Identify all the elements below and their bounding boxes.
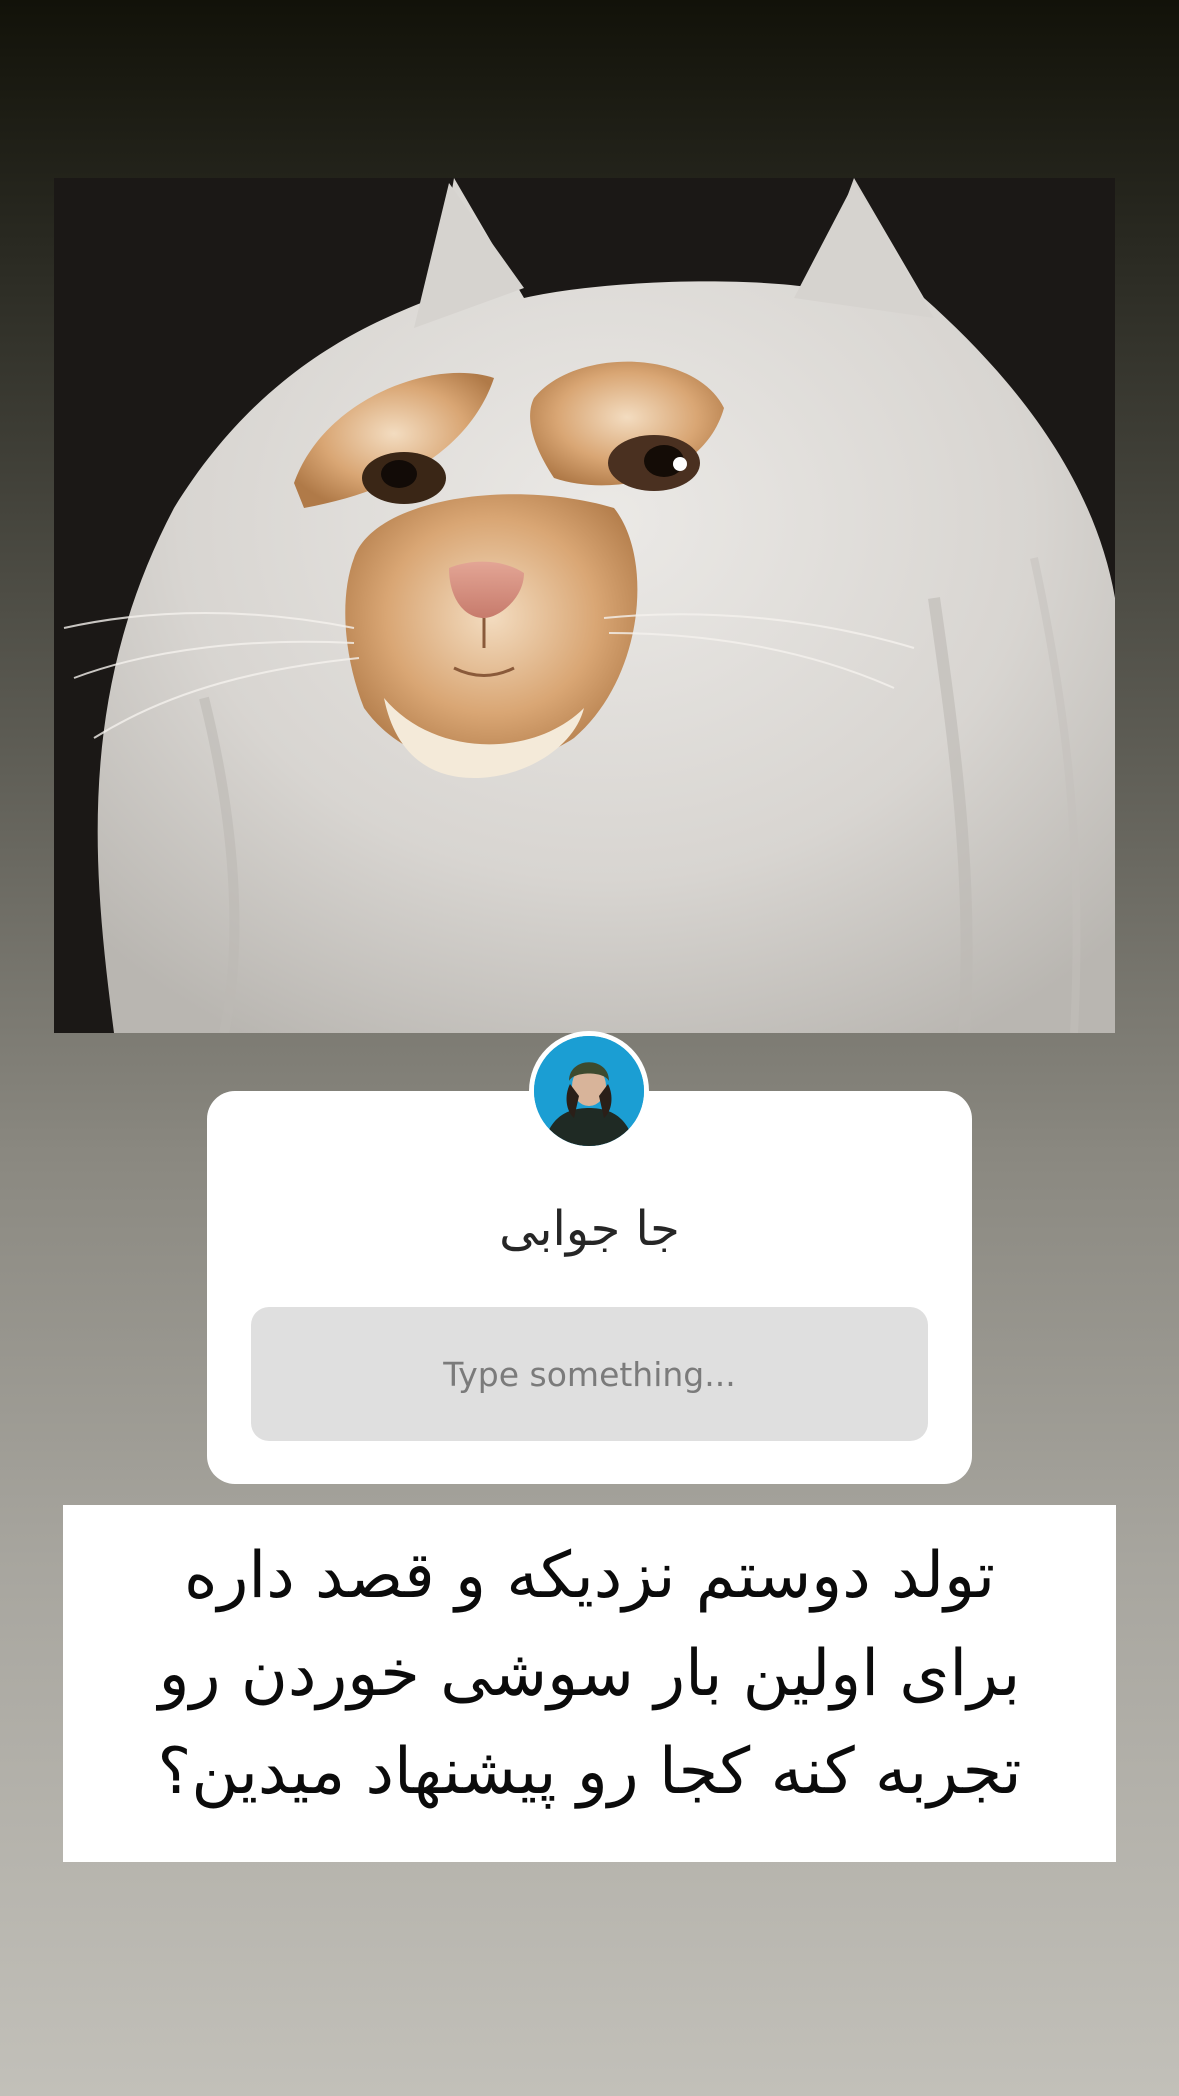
caption-line: تجربه کنه کجا رو پیشنهاد میدین؟ xyxy=(157,1735,1022,1809)
story-photo xyxy=(54,178,1115,1033)
answer-input[interactable]: Type something... xyxy=(251,1307,928,1441)
person-icon xyxy=(534,1036,644,1146)
caption-line: تولد دوستم نزدیکه و قصد داره xyxy=(183,1539,996,1613)
cat-ghost-image xyxy=(54,178,1115,1033)
sticker-title: جا جوابی xyxy=(499,1201,680,1257)
caption-line: برای اولین بار سوشی خوردن رو xyxy=(158,1637,1021,1711)
profile-avatar[interactable] xyxy=(529,1031,649,1151)
story-caption: تولد دوستم نزدیکه و قصد داره برای اولین … xyxy=(63,1505,1116,1862)
answer-placeholder: Type something... xyxy=(443,1354,736,1394)
avatar-image xyxy=(534,1036,644,1146)
